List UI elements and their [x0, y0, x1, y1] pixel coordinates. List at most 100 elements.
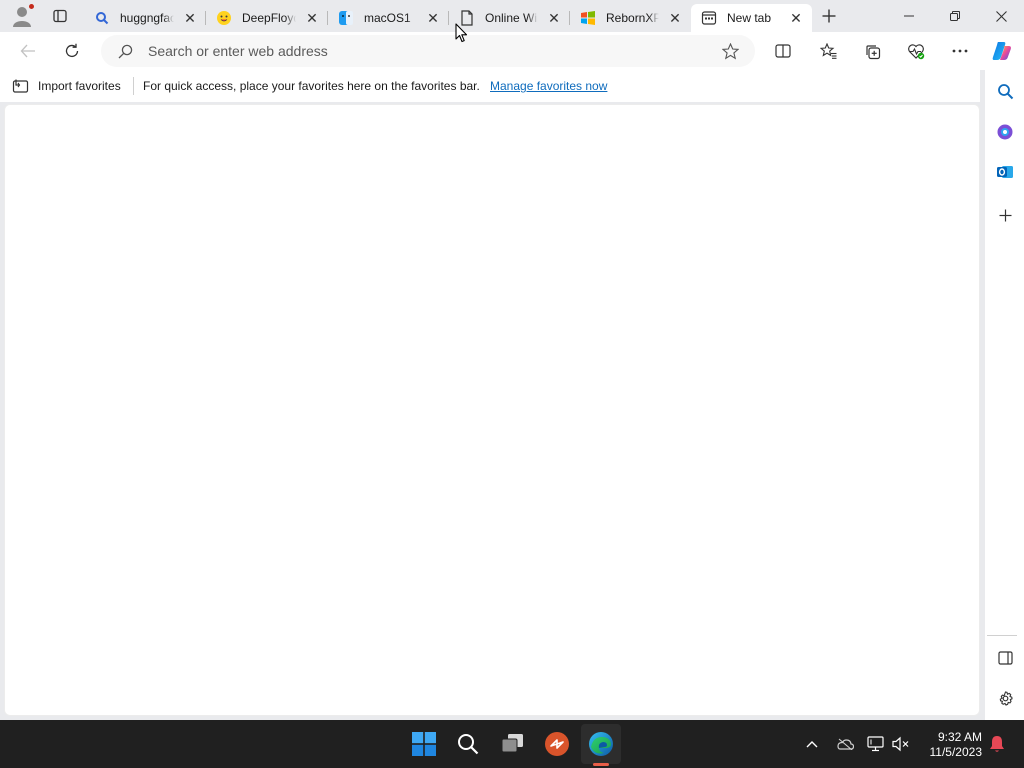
collections-button[interactable]	[858, 37, 886, 65]
sidebar-outlook-button[interactable]	[989, 156, 1021, 188]
new-tab-button[interactable]	[817, 4, 841, 28]
onedrive-tray-button[interactable]	[835, 734, 855, 754]
outlook-icon	[997, 166, 1013, 178]
profile-notification-dot	[28, 3, 35, 10]
tab-title: New tab	[727, 11, 772, 25]
favorite-star-icon[interactable]	[722, 43, 739, 60]
refresh-icon	[65, 43, 79, 58]
taskbar-clock[interactable]: 9:32 AM 11/5/2023	[920, 730, 983, 760]
network-tray-button[interactable]	[866, 734, 886, 754]
favorites-bar: Import favorites For quick access, place…	[0, 70, 980, 102]
finder-icon	[338, 10, 354, 26]
sidebar-add-button[interactable]	[989, 199, 1021, 231]
tab-title: macOS1	[364, 11, 411, 25]
minimize-button[interactable]	[886, 0, 932, 32]
restore-icon	[950, 11, 960, 21]
tab-title: huggngfac	[120, 11, 174, 25]
close-icon[interactable]: ✕	[182, 10, 198, 26]
import-favorites-label: Import favorites	[38, 79, 121, 93]
hide-sidebar-button[interactable]	[989, 642, 1021, 674]
sidebar-divider	[987, 635, 1017, 636]
profile-button[interactable]	[10, 3, 35, 28]
search-icon	[118, 44, 133, 59]
import-favorites-button[interactable]: Import favorites	[12, 77, 121, 95]
start-button[interactable]	[404, 724, 444, 764]
notification-bell-icon	[990, 736, 1004, 752]
page-content	[4, 104, 980, 716]
plus-icon	[999, 209, 1011, 221]
gear-icon	[999, 690, 1013, 706]
tab-huggingface[interactable]: huggngfac ✕	[84, 4, 206, 32]
favorites-button[interactable]	[814, 37, 842, 65]
clock-time: 9:32 AM	[937, 730, 982, 744]
mouse-cursor-icon	[455, 23, 468, 43]
split-screen-icon	[775, 44, 791, 58]
sidebar-settings-button[interactable]	[989, 682, 1021, 714]
tab-actions-icon	[53, 9, 67, 23]
back-button[interactable]	[14, 37, 42, 65]
new-tab-page-icon	[701, 10, 717, 26]
close-icon[interactable]: ✕	[788, 10, 804, 26]
collections-icon	[865, 44, 880, 59]
back-arrow-icon	[20, 44, 35, 58]
plus-icon	[822, 9, 836, 23]
sidebar-panel-icon	[997, 651, 1013, 665]
settings-more-button[interactable]	[946, 37, 974, 65]
chevron-up-icon	[806, 741, 818, 748]
tab-rebornxp[interactable]: RebornXP ✕	[570, 4, 691, 32]
windows-logo-icon	[412, 732, 436, 756]
speaker-muted-icon	[892, 736, 909, 752]
close-icon[interactable]: ✕	[304, 10, 320, 26]
close-icon[interactable]: ✕	[667, 10, 683, 26]
address-input[interactable]	[148, 41, 708, 61]
tab-strip: huggngfac ✕ DeepFloyd ✕ macOS1 ✕ Online …	[0, 0, 1024, 32]
task-view-button[interactable]	[493, 724, 533, 764]
network-monitor-icon	[867, 736, 884, 752]
sidebar-microsoft365-button[interactable]	[989, 116, 1021, 148]
browser-essentials-button[interactable]	[902, 37, 930, 65]
refresh-button[interactable]	[58, 37, 86, 65]
manage-favorites-link[interactable]: Manage favorites now	[490, 79, 607, 93]
close-icon[interactable]: ✕	[546, 10, 562, 26]
tab-deepfloyd[interactable]: DeepFloyd ✕	[206, 4, 328, 32]
edge-icon	[589, 732, 613, 756]
volume-tray-button[interactable]	[891, 734, 911, 754]
microsoft365-icon	[997, 124, 1013, 140]
edge-running-indicator	[593, 763, 609, 766]
clock-date: 11/5/2023	[929, 745, 983, 759]
windows-taskbar: 9:32 AM 11/5/2023	[0, 720, 1024, 768]
address-bar[interactable]	[101, 35, 755, 67]
close-window-button[interactable]	[978, 0, 1024, 32]
import-favorites-icon	[12, 79, 29, 93]
favorites-list-icon	[819, 43, 836, 59]
tab-title: RebornXP	[606, 11, 659, 25]
onedrive-cloud-icon	[837, 738, 854, 750]
task-view-icon	[501, 734, 523, 753]
tab-new-tab[interactable]: New tab ✕	[691, 4, 812, 32]
search-icon	[94, 10, 110, 26]
tab-macos[interactable]: macOS1 ✕	[328, 4, 449, 32]
tab-actions-button[interactable]	[48, 4, 72, 28]
tab-title: DeepFloyd	[242, 11, 296, 25]
remote-desktop-icon	[545, 732, 569, 756]
taskbar-app-remote-button[interactable]	[537, 724, 577, 764]
windows-xp-icon	[580, 10, 596, 26]
show-hidden-icons-button[interactable]	[802, 734, 822, 754]
notifications-button[interactable]	[987, 734, 1007, 754]
browser-toolbar	[0, 32, 1024, 70]
copilot-button[interactable]	[988, 37, 1016, 65]
edge-sidebar	[985, 70, 1024, 720]
heartbeat-icon	[908, 43, 925, 59]
tab-title: Online Wir	[485, 11, 538, 25]
copilot-icon	[992, 42, 1011, 60]
restore-button[interactable]	[932, 0, 978, 32]
search-icon	[997, 83, 1013, 99]
taskbar-edge-button[interactable]	[581, 724, 621, 764]
sidebar-search-button[interactable]	[989, 75, 1021, 107]
taskbar-search-button[interactable]	[448, 724, 488, 764]
split-screen-button[interactable]	[769, 37, 797, 65]
hugging-face-icon	[216, 10, 232, 26]
close-icon[interactable]: ✕	[425, 10, 441, 26]
minimize-icon	[904, 15, 914, 17]
favorites-divider	[133, 77, 134, 95]
